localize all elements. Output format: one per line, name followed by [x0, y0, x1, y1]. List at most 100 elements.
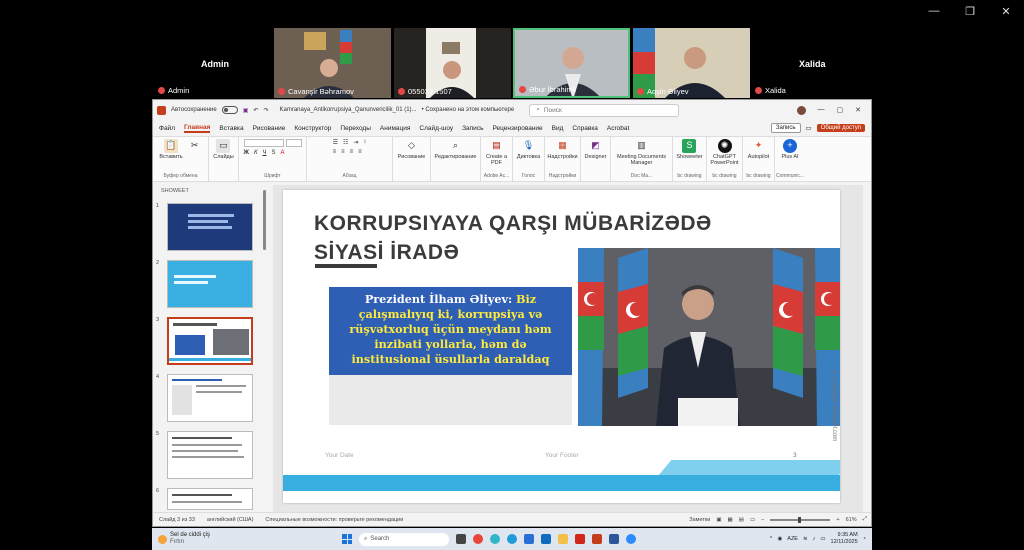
minimize-icon[interactable]: — — [818, 106, 825, 115]
font-color-icon[interactable]: A — [281, 150, 285, 156]
meeting-docs-button[interactable]: ▥ Meeting Documents Manager — [614, 139, 669, 166]
task-view-icon[interactable] — [456, 534, 466, 544]
editing-button[interactable]: ⌕ Редактирование — [435, 139, 477, 160]
menu-acrobat[interactable]: Acrobat — [607, 125, 629, 132]
avatar[interactable] — [796, 105, 806, 115]
showeeter-button[interactable]: S Showeeter — [676, 139, 703, 160]
search-box[interactable]: ⌕ Поиск — [529, 103, 680, 117]
quote-box[interactable]: Prezident İlham Əliyev: Biz çalışmalıyıq… — [329, 287, 572, 425]
slide-thumbnail-4[interactable] — [167, 374, 253, 422]
zoom-slider[interactable] — [770, 516, 831, 523]
zoom-app-icon[interactable] — [626, 534, 636, 544]
clock[interactable]: 9:35 AM 12/11/2025 — [831, 532, 858, 545]
president-photo[interactable] — [578, 248, 840, 426]
slide-thumbnail-5[interactable] — [167, 431, 253, 479]
video-tile-4[interactable]: Aqşin Əliyev — [633, 28, 750, 98]
chrome-icon[interactable] — [473, 534, 483, 544]
chatgpt-button[interactable]: ✺ ChatGPT PowerPoint — [710, 139, 739, 166]
font-size-field[interactable] — [285, 139, 302, 147]
menu-record[interactable]: Запись — [462, 125, 483, 132]
wifi-icon[interactable]: ≋ — [803, 536, 808, 542]
outlook-icon[interactable] — [541, 534, 551, 544]
menu-view[interactable]: Вид — [552, 125, 564, 132]
dictation-button[interactable]: 🎙 Диктовка — [517, 139, 540, 160]
slideshow-icon[interactable]: ▭ — [750, 517, 755, 523]
drawing-button[interactable]: ◇ Рисование — [398, 139, 426, 160]
plus-ai-button[interactable]: + Plus AI — [781, 139, 799, 160]
battery-icon[interactable]: ▭ — [820, 536, 825, 542]
menu-home[interactable]: Главная — [183, 124, 211, 133]
volume-icon[interactable]: ♪ — [813, 536, 816, 542]
redo-icon[interactable]: ↷ — [263, 107, 268, 114]
minimize-icon[interactable]: — — [916, 0, 952, 22]
word-icon[interactable] — [609, 534, 619, 544]
indent-icon[interactable]: ⇥ — [353, 139, 358, 146]
language-indicator[interactable]: AZE — [787, 536, 798, 542]
menu-draw[interactable]: Рисование — [253, 125, 286, 132]
taskbar-search[interactable]: ⌕ Search — [359, 532, 449, 546]
acrobat-icon[interactable] — [575, 534, 585, 544]
designer-button[interactable]: ◩ Designer — [584, 139, 606, 160]
slide-thumbnail-2[interactable] — [167, 260, 253, 308]
tray-app-icon[interactable]: ◉ — [777, 536, 782, 542]
line-spacing-icon[interactable]: ↕ — [363, 139, 366, 146]
edge-icon[interactable] — [507, 534, 517, 544]
notifications-icon[interactable]: ◔ — [863, 536, 866, 542]
italic-icon[interactable]: К — [254, 150, 258, 156]
powerpoint-taskbar-icon[interactable] — [592, 534, 602, 544]
weather-widget[interactable]: Sel də ciddi çiş Fırtın — [152, 532, 332, 545]
slide-thumbnail-3[interactable] — [167, 317, 253, 365]
zoom-in-icon[interactable]: + — [836, 517, 839, 523]
notes-button[interactable]: Заметки — [689, 517, 710, 523]
cut-button[interactable]: ✂ — [188, 139, 202, 153]
autosave-toggle[interactable] — [221, 106, 238, 114]
tray-chevron-icon[interactable]: ^ — [770, 536, 773, 542]
slide-thumbnail-6[interactable] — [167, 488, 253, 510]
align-right-icon[interactable]: ≡ — [350, 149, 354, 155]
sorter-view-icon[interactable]: ▦ — [728, 517, 733, 523]
justify-icon[interactable]: ≡ — [358, 149, 362, 155]
slides-pane-scrollbar[interactable] — [263, 190, 266, 250]
menu-review[interactable]: Рецензирование — [492, 125, 542, 132]
slides-button[interactable]: ▭ Слайды — [213, 139, 234, 160]
menu-file[interactable]: Файл — [159, 125, 175, 132]
video-tile-2[interactable]: 055033 1507 — [394, 28, 511, 98]
menu-transitions[interactable]: Переходы — [340, 125, 371, 132]
restore-icon[interactable]: ❐ — [952, 0, 988, 22]
zoom-level[interactable]: 61% — [846, 517, 857, 523]
start-icon[interactable] — [342, 534, 352, 544]
copilot-icon[interactable] — [490, 534, 500, 544]
normal-view-icon[interactable]: ▣ — [716, 517, 721, 523]
video-tile-1[interactable]: Cavanşir Bəhramov — [274, 28, 391, 98]
files-icon[interactable] — [558, 534, 568, 544]
underline-icon[interactable]: Ч — [262, 150, 266, 156]
fit-slide-icon[interactable]: ⤢ — [863, 516, 867, 523]
bold-icon[interactable]: Ж — [244, 150, 249, 156]
close-icon[interactable]: ✕ — [988, 0, 1024, 22]
maximize-icon[interactable]: ▢ — [837, 106, 844, 115]
record-button[interactable]: Запись — [770, 123, 801, 133]
accessibility-status[interactable]: Специальные возможности: проверьте реком… — [265, 517, 403, 523]
autopilot-button[interactable]: ✦ Autopilot — [748, 139, 769, 160]
language-indicator[interactable]: английский (США) — [207, 517, 254, 523]
align-center-icon[interactable]: ≡ — [341, 149, 345, 155]
slide-thumbnail-1[interactable] — [167, 203, 253, 251]
menu-design[interactable]: Конструктор — [294, 125, 331, 132]
menu-help[interactable]: Справка — [572, 125, 598, 132]
menu-slideshow[interactable]: Слайд-шоу — [419, 125, 453, 132]
strikethrough-icon[interactable]: S — [271, 150, 275, 156]
paste-button[interactable]: 📋 Вставить — [159, 139, 183, 160]
comment-icon[interactable]: ▭ — [806, 124, 812, 132]
menu-insert[interactable]: Вставка — [219, 125, 243, 132]
bullets-icon[interactable]: ☰ — [333, 139, 338, 146]
undo-icon[interactable]: ↶ — [253, 107, 258, 114]
align-left-icon[interactable]: ≡ — [333, 149, 337, 155]
menu-animations[interactable]: Анимация — [380, 125, 411, 132]
share-button[interactable]: Общий доступ — [816, 124, 865, 132]
save-icon[interactable]: ▣ — [243, 107, 249, 114]
create-pdf-button[interactable]: ▤ Create a PDF — [484, 139, 509, 166]
zoom-out-icon[interactable]: − — [761, 517, 764, 523]
video-tile-3[interactable]: Əbur İbrahimli — [513, 28, 630, 98]
store-icon[interactable] — [524, 534, 534, 544]
font-name-field[interactable] — [243, 139, 284, 147]
